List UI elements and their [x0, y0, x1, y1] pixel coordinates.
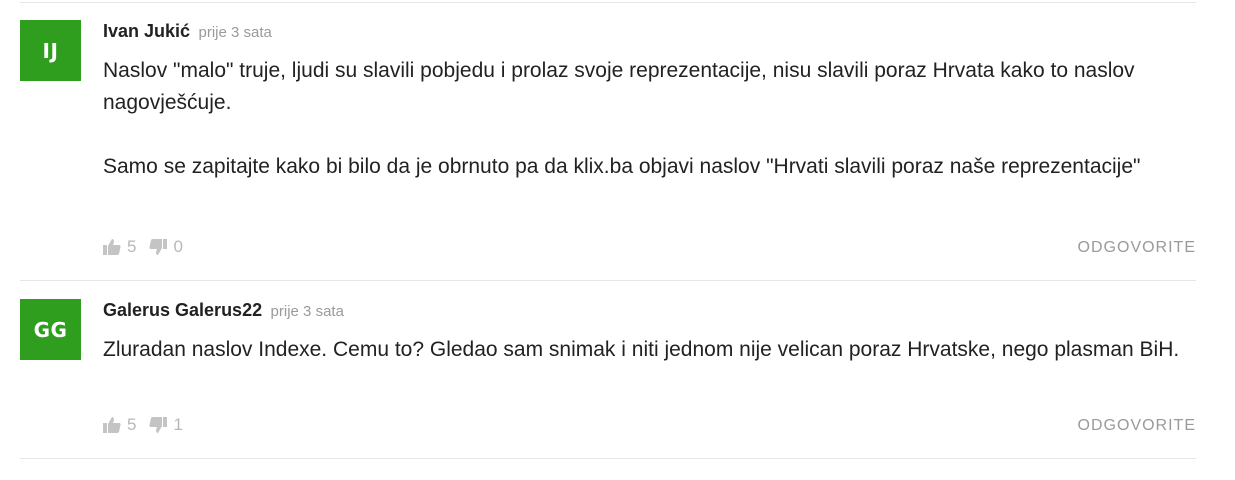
comment-item: GG Galerus Galerus22 prije 3 sata Zlurad…	[20, 280, 1196, 458]
thumbs-down-icon	[149, 239, 168, 255]
author-name[interactable]: Ivan Jukić	[103, 21, 190, 41]
dislike-button[interactable]: 1	[148, 415, 183, 435]
author-name[interactable]: Galerus Galerus22	[103, 300, 262, 320]
comment-header: Galerus Galerus22 prije 3 sata	[103, 300, 344, 321]
dislike-count: 1	[173, 415, 183, 434]
timestamp: prije 3 sata	[198, 24, 272, 41]
comment-divider	[20, 458, 1196, 459]
thumbs-up-icon	[103, 417, 121, 433]
comment-text: Naslov "malo" truje, ljudi su slavili po…	[103, 55, 1183, 183]
vote-bar: 5 0	[102, 237, 183, 257]
comment-header: Ivan Jukić prije 3 sata	[103, 21, 272, 42]
comment-paragraph: Naslov "malo" truje, ljudi su slavili po…	[103, 59, 1135, 114]
dislike-count: 0	[173, 237, 183, 256]
like-count: 5	[127, 237, 137, 256]
vote-bar: 5 1	[102, 415, 183, 435]
reply-button[interactable]: ODGOVORITE	[1078, 417, 1196, 435]
comment-paragraph: Samo se zapitajte kako bi bilo da je obr…	[103, 155, 1141, 178]
like-button[interactable]: 5	[102, 415, 136, 435]
thumbs-up-icon	[103, 239, 121, 255]
comment-item: IJ Ivan Jukić prije 3 sata Naslov "malo"…	[20, 0, 1196, 280]
like-count: 5	[127, 415, 137, 434]
like-button[interactable]: 5	[102, 237, 136, 257]
comment-text: Zluradan naslov Indexe. Cemu to? Gledao …	[103, 334, 1183, 366]
thumbs-down-icon	[149, 417, 168, 433]
avatar[interactable]: IJ	[20, 20, 81, 81]
avatar[interactable]: GG	[20, 299, 81, 360]
reply-button[interactable]: ODGOVORITE	[1078, 239, 1196, 257]
timestamp: prije 3 sata	[270, 303, 344, 320]
dislike-button[interactable]: 0	[148, 237, 183, 257]
comment-paragraph: Zluradan naslov Indexe. Cemu to? Gledao …	[103, 338, 1180, 361]
